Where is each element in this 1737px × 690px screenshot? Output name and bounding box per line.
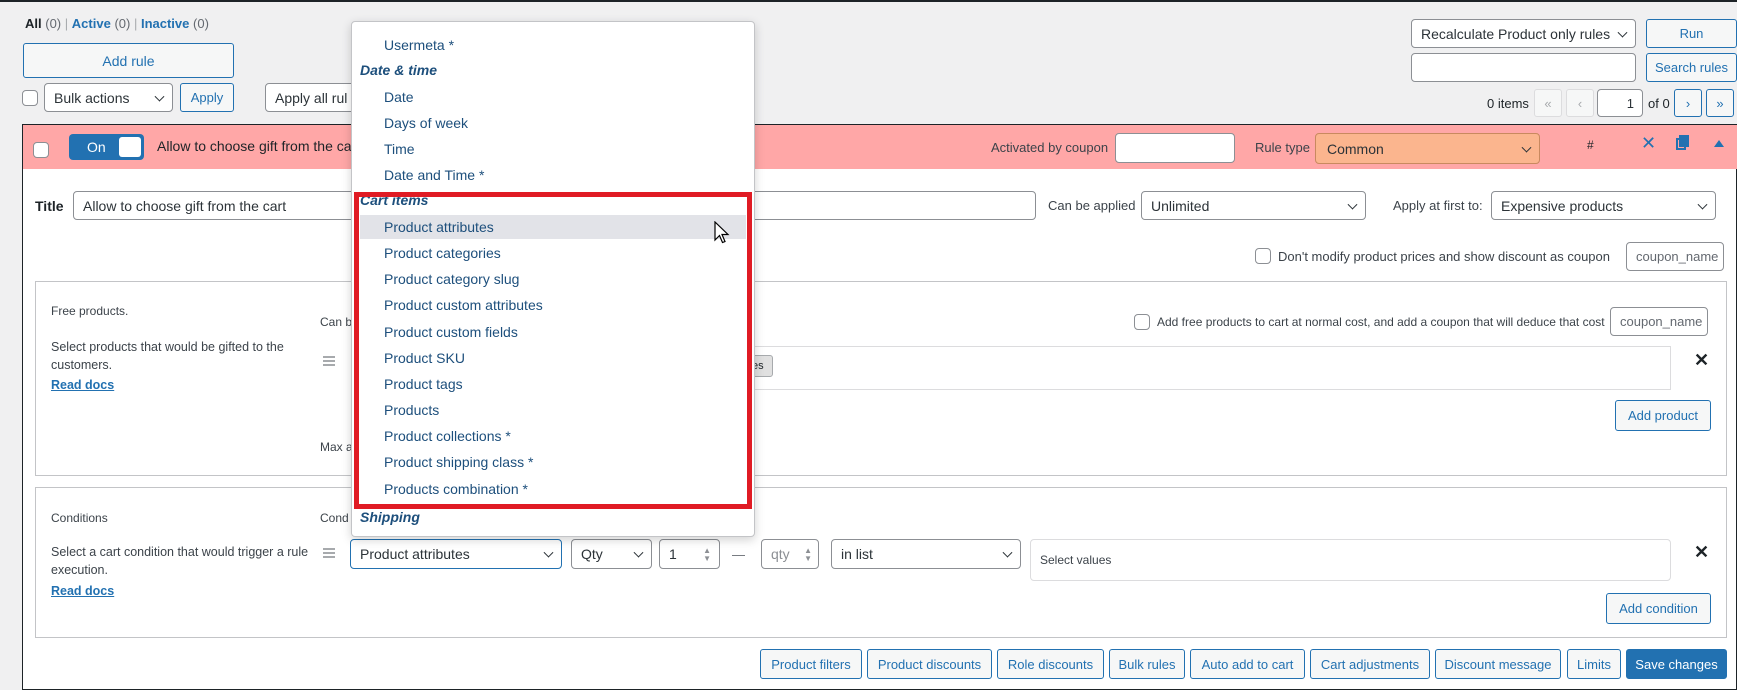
drag-handle-icon[interactable] [323, 356, 335, 368]
option-days-of-week[interactable]: Days of week [360, 111, 746, 135]
range-dash: — [732, 547, 745, 562]
conditions-heading: Conditions [51, 511, 108, 525]
condition-type-select[interactable]: Product attributes [350, 539, 562, 569]
add-free-products-checkbox[interactable] [1134, 314, 1150, 330]
close-icon[interactable]: ✕ [1641, 133, 1656, 154]
option-usermeta[interactable]: Usermeta * [360, 33, 746, 57]
cart-adjustments-button[interactable]: Cart adjustments [1310, 649, 1430, 679]
can-be-applied-select[interactable]: Unlimited [1141, 191, 1366, 220]
limits-button[interactable]: Limits [1567, 649, 1621, 679]
coupon-name-input[interactable]: coupon_name [1626, 242, 1724, 271]
apply-all-rules-button[interactable]: Apply all rul [265, 83, 355, 112]
search-rules-input[interactable] [1411, 53, 1636, 82]
qty-from-input[interactable]: 1 ▲ ▼ [659, 539, 720, 569]
qty-to-input[interactable]: qty ▲ ▼ [761, 539, 819, 569]
select-all-checkbox[interactable] [22, 90, 38, 106]
items-count: 0 items [1487, 96, 1529, 111]
dont-modify-checkbox[interactable] [1255, 248, 1271, 264]
can-be-label: Can b [320, 315, 353, 329]
top-border [0, 0, 1737, 2]
option-date[interactable]: Date [360, 85, 746, 109]
add-rule-button[interactable]: Add rule [23, 43, 234, 78]
dont-modify-label: Don't modify product prices and show dis… [1278, 249, 1611, 264]
add-free-products-label: Add free products to cart at normal cost… [1157, 315, 1605, 329]
chevron-down-icon [1521, 142, 1532, 153]
run-button[interactable]: Run [1646, 19, 1737, 48]
group-date-time: Date & time [360, 62, 438, 78]
free-products-select[interactable] [745, 346, 1671, 390]
search-rules-button[interactable]: Search rules [1646, 53, 1737, 82]
coupon-name-input-2[interactable]: coupon_name [1610, 307, 1708, 336]
rule-name: Allow to choose gift from the ca [157, 138, 352, 154]
auto-add-to-cart-button[interactable]: Auto add to cart [1190, 649, 1305, 679]
discount-message-button[interactable]: Discount message [1435, 649, 1561, 679]
last-page-button[interactable]: » [1706, 89, 1734, 117]
rule-type-label: Rule type [1255, 140, 1310, 155]
save-changes-button[interactable]: Save changes [1626, 649, 1727, 679]
remove-icon[interactable]: ✕ [1694, 542, 1709, 563]
page-total: of 0 [1648, 96, 1670, 111]
chevron-down-icon [543, 547, 554, 558]
chevron-down-icon [1347, 199, 1358, 210]
title-label: Title [35, 198, 64, 214]
apply-button[interactable]: Apply [180, 83, 234, 112]
remove-icon[interactable]: ✕ [1694, 350, 1709, 371]
rule-select-checkbox[interactable] [33, 142, 49, 158]
chevron-down-icon [1617, 27, 1628, 38]
apply-first-select[interactable]: Expensive products [1491, 191, 1716, 220]
rule-id: # [1587, 138, 1594, 152]
drag-handle-icon[interactable] [323, 548, 335, 560]
current-page-input[interactable]: 1 [1597, 89, 1643, 117]
group-shipping: Shipping [360, 509, 420, 525]
activated-by-coupon-input[interactable] [1115, 133, 1235, 163]
status-filters: All (0) | Active (0) | Inactive (0) [25, 16, 209, 31]
add-condition-button[interactable]: Add condition [1606, 593, 1711, 624]
add-product-button[interactable]: Add product [1615, 400, 1711, 431]
free-products-read-docs[interactable]: Read docs [51, 378, 114, 392]
prev-page-button[interactable]: ‹ [1566, 89, 1594, 117]
collapse-icon[interactable] [1714, 140, 1724, 147]
copy-icon[interactable] [1676, 135, 1690, 151]
product-discounts-button[interactable]: Product discounts [867, 649, 992, 679]
bulk-actions-select[interactable]: Bulk actions [44, 83, 173, 112]
select-values-input[interactable]: Select values [1030, 539, 1671, 581]
activated-by-coupon-label: Activated by coupon [991, 140, 1109, 155]
can-be-applied-label: Can be applied [1048, 198, 1136, 213]
max-label: Max a [320, 440, 353, 454]
free-products-description: Select products that would be gifted to … [51, 340, 284, 372]
filter-inactive[interactable]: Inactive [141, 16, 189, 31]
filter-active[interactable]: Active [72, 16, 111, 31]
cond-label: Cond [320, 511, 349, 525]
product-filters-button[interactable]: Product filters [760, 649, 862, 679]
free-products-heading: Free products. [51, 304, 129, 318]
in-list-select[interactable]: in list [831, 539, 1021, 569]
stepper-icon[interactable]: ▲ ▼ [703, 547, 711, 563]
filter-all[interactable]: All [25, 16, 42, 31]
recalculate-select[interactable]: Recalculate Product only rules [1411, 19, 1636, 48]
qty-select[interactable]: Qty [571, 539, 652, 569]
chevron-down-icon [1697, 199, 1708, 210]
chevron-down-icon [1002, 547, 1013, 558]
conditions-read-docs[interactable]: Read docs [51, 584, 114, 598]
highlight-box [354, 192, 752, 509]
apply-first-label: Apply at first to: [1393, 198, 1483, 213]
first-page-button[interactable]: « [1534, 89, 1562, 117]
next-page-button[interactable]: › [1674, 89, 1702, 117]
chevron-down-icon [154, 91, 165, 102]
option-date-and-time[interactable]: Date and Time * [360, 163, 746, 187]
role-discounts-button[interactable]: Role discounts [997, 649, 1104, 679]
conditions-description: Select a cart condition that would trigg… [51, 545, 309, 577]
stepper-icon[interactable]: ▲ ▼ [804, 547, 812, 563]
rule-type-select[interactable]: Common [1315, 133, 1540, 164]
mouse-cursor-icon [714, 221, 730, 244]
bulk-rules-button[interactable]: Bulk rules [1109, 649, 1185, 679]
rule-toggle[interactable]: On [69, 134, 144, 160]
option-time[interactable]: Time [360, 137, 746, 161]
chevron-down-icon [633, 547, 644, 558]
